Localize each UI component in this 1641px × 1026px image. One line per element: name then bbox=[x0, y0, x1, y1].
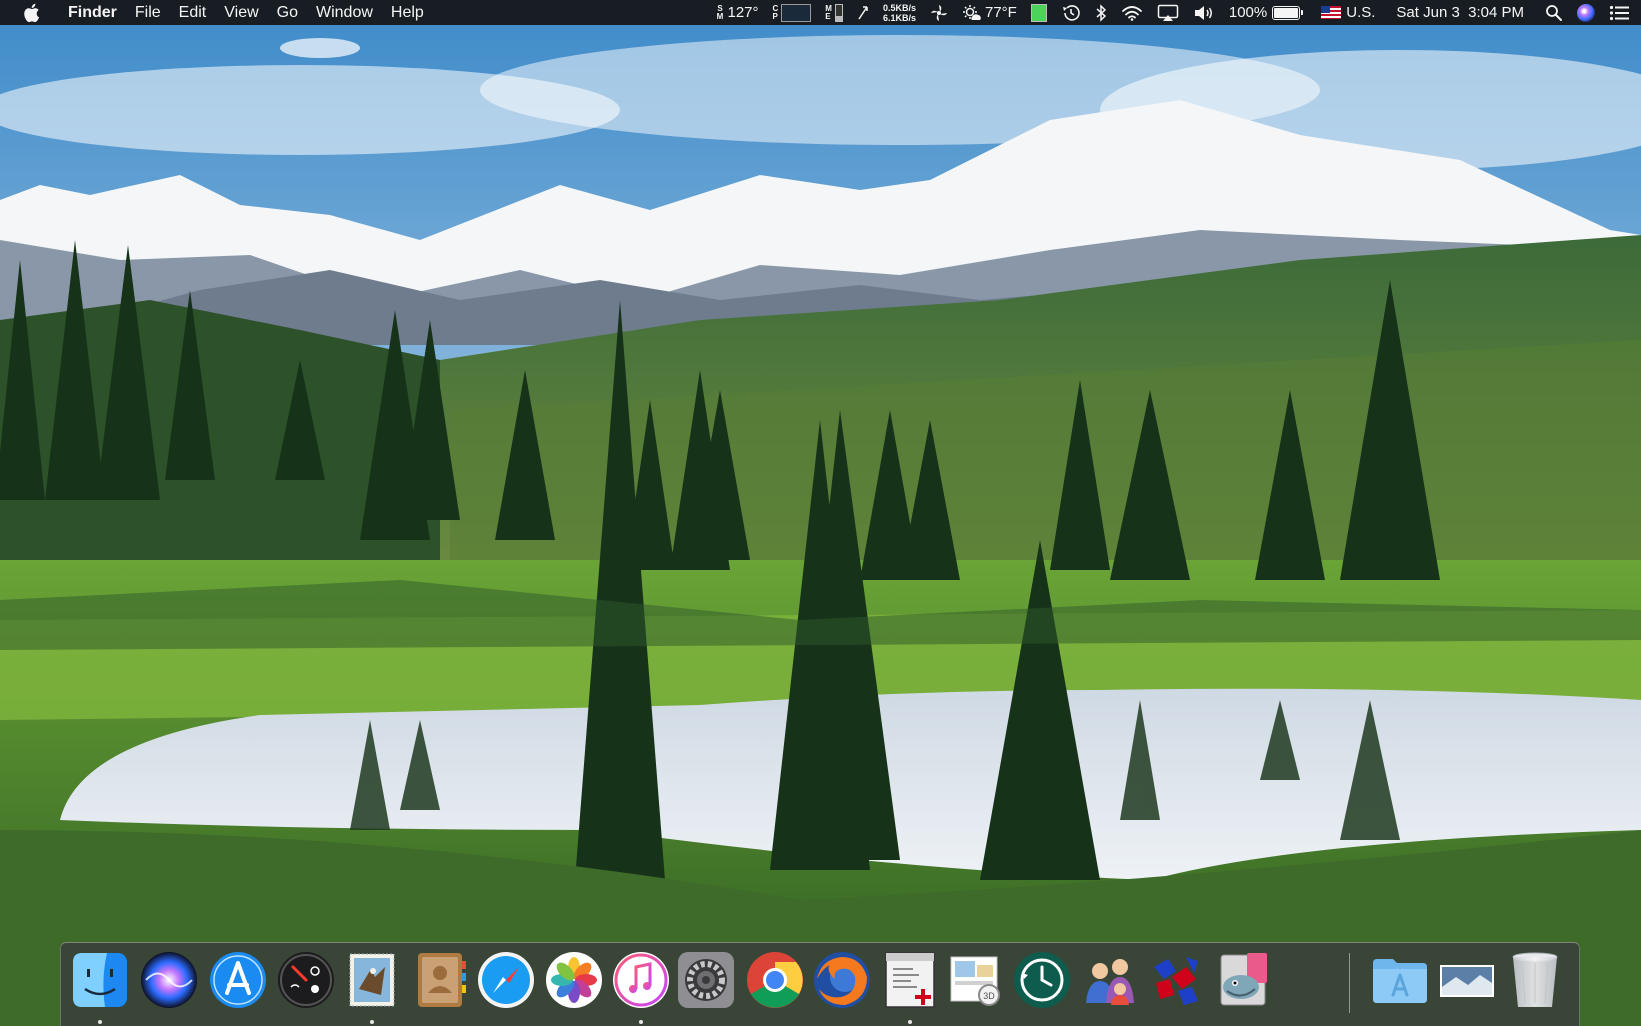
dock-item-sequel-pro[interactable] bbox=[1213, 949, 1275, 1013]
firefox-icon bbox=[814, 952, 870, 1008]
disk-activity-icon[interactable] bbox=[857, 0, 869, 25]
time-machine-icon bbox=[1014, 952, 1070, 1008]
network-upload-speed: 0.5KB/s bbox=[882, 2, 916, 13]
fan-icon[interactable] bbox=[930, 0, 948, 25]
dock-item-trash[interactable] bbox=[1504, 949, 1566, 1013]
weather-icon bbox=[963, 4, 981, 20]
svg-text:3D: 3D bbox=[983, 991, 995, 1001]
battery-percent: 100% bbox=[1228, 4, 1268, 21]
dock-item-applications-folder[interactable] bbox=[1369, 949, 1431, 1013]
trash-icon bbox=[1512, 952, 1558, 1007]
dock-item-photos[interactable] bbox=[543, 949, 605, 1013]
dock-item-puzzle[interactable] bbox=[1146, 949, 1208, 1013]
dock-item-preview[interactable]: 3D bbox=[945, 949, 1007, 1013]
battery-status[interactable]: 100% bbox=[1228, 0, 1304, 25]
puzzle-icon bbox=[1154, 957, 1198, 1005]
bluetooth-icon[interactable] bbox=[1095, 0, 1107, 25]
siri-menu-icon[interactable] bbox=[1577, 0, 1595, 25]
network-download-speed: 6.1KB/s bbox=[882, 12, 916, 23]
desktop-wallpaper bbox=[0, 0, 1641, 1026]
dock-item-safari[interactable] bbox=[475, 949, 537, 1013]
dashboard-icon bbox=[278, 952, 334, 1008]
finder-icon bbox=[73, 953, 127, 1007]
cpu-graph-icon bbox=[781, 3, 812, 22]
spotlight-search-icon[interactable] bbox=[1545, 0, 1563, 25]
downloads-stack-icon bbox=[1440, 965, 1494, 997]
menu-help[interactable]: Help bbox=[382, 0, 433, 25]
running-indicator bbox=[639, 1020, 643, 1024]
menu-app-finder[interactable]: Finder bbox=[62, 0, 126, 25]
contacts-icon bbox=[418, 953, 466, 1007]
dock-item-app-store[interactable] bbox=[207, 949, 269, 1013]
dock-item-firefox[interactable] bbox=[811, 949, 873, 1013]
menu-window[interactable]: Window bbox=[307, 0, 382, 25]
running-indicator bbox=[908, 1020, 912, 1024]
dock-item-time-machine[interactable] bbox=[1011, 949, 1073, 1013]
notification-center-icon[interactable] bbox=[1609, 0, 1629, 25]
weather-temperature: 77°F bbox=[985, 4, 1017, 21]
apple-icon[interactable] bbox=[22, 2, 44, 24]
weather-status[interactable]: 77°F bbox=[962, 0, 1017, 25]
safari-icon bbox=[478, 952, 534, 1008]
airplay-icon[interactable] bbox=[1157, 0, 1179, 25]
menu-go[interactable]: Go bbox=[268, 0, 307, 25]
network-speed-status[interactable]: 0.5KB/s 6.1KB/s bbox=[883, 0, 916, 25]
dock-item-finder[interactable] bbox=[69, 949, 131, 1024]
dock: 3D bbox=[60, 942, 1580, 1026]
running-indicator bbox=[98, 1020, 102, 1024]
clock[interactable]: Sat Jun 3 3:04 PM bbox=[1396, 0, 1524, 25]
dock-item-system-preferences[interactable] bbox=[675, 949, 737, 1013]
cpu-temperature-status[interactable]: SM 127° bbox=[715, 0, 759, 25]
itunes-icon bbox=[613, 952, 669, 1008]
users-icon bbox=[1086, 959, 1134, 1005]
volume-icon[interactable] bbox=[1193, 0, 1215, 25]
script-editor-icon bbox=[885, 952, 935, 1008]
input-source-status[interactable]: U.S. bbox=[1321, 0, 1375, 25]
running-indicator bbox=[370, 1020, 374, 1024]
cpu-temperature-value: 127° bbox=[727, 4, 759, 21]
menu-bar: Finder File Edit View Go Window Help SM … bbox=[0, 0, 1641, 25]
dock-item-chrome[interactable] bbox=[744, 949, 806, 1013]
applications-folder-icon bbox=[1373, 959, 1427, 1003]
menu-edit[interactable]: Edit bbox=[170, 0, 216, 25]
preview-icon: 3D bbox=[950, 956, 1000, 1006]
green-gauge-icon bbox=[1030, 3, 1047, 22]
dock-item-script-editor[interactable] bbox=[879, 949, 941, 1024]
input-source-label: U.S. bbox=[1346, 4, 1376, 21]
dock-item-contacts[interactable] bbox=[408, 949, 470, 1013]
menu-view[interactable]: View bbox=[215, 0, 267, 25]
dock-item-itunes[interactable] bbox=[610, 949, 672, 1024]
siri-icon bbox=[141, 952, 197, 1008]
chrome-icon bbox=[747, 952, 803, 1008]
wifi-icon[interactable] bbox=[1121, 0, 1143, 25]
app-store-icon bbox=[210, 952, 266, 1008]
battery-level-gauge[interactable] bbox=[1030, 0, 1047, 25]
battery-icon bbox=[1272, 5, 1304, 20]
dock-item-dashboard[interactable] bbox=[275, 949, 337, 1013]
menu-file[interactable]: File bbox=[126, 0, 170, 25]
dock-item-siri[interactable] bbox=[138, 949, 200, 1013]
mail-icon bbox=[349, 953, 395, 1007]
us-flag-icon bbox=[1321, 6, 1342, 19]
memory-status[interactable]: ME bbox=[825, 0, 843, 25]
dock-separator bbox=[1349, 953, 1350, 1013]
cpu-usage-graph[interactable]: CP bbox=[773, 0, 812, 25]
time-machine-menu-icon[interactable] bbox=[1061, 0, 1081, 25]
sequel-pro-icon bbox=[1220, 953, 1267, 1006]
memory-bar-icon bbox=[834, 3, 843, 22]
photos-icon bbox=[546, 952, 602, 1008]
dock-item-downloads-stack[interactable] bbox=[1436, 949, 1498, 1013]
system-preferences-icon bbox=[678, 952, 734, 1008]
dock-item-users[interactable] bbox=[1078, 949, 1140, 1013]
clock-text: Sat Jun 3 3:04 PM bbox=[1396, 4, 1524, 21]
dock-item-mail[interactable] bbox=[341, 949, 403, 1024]
